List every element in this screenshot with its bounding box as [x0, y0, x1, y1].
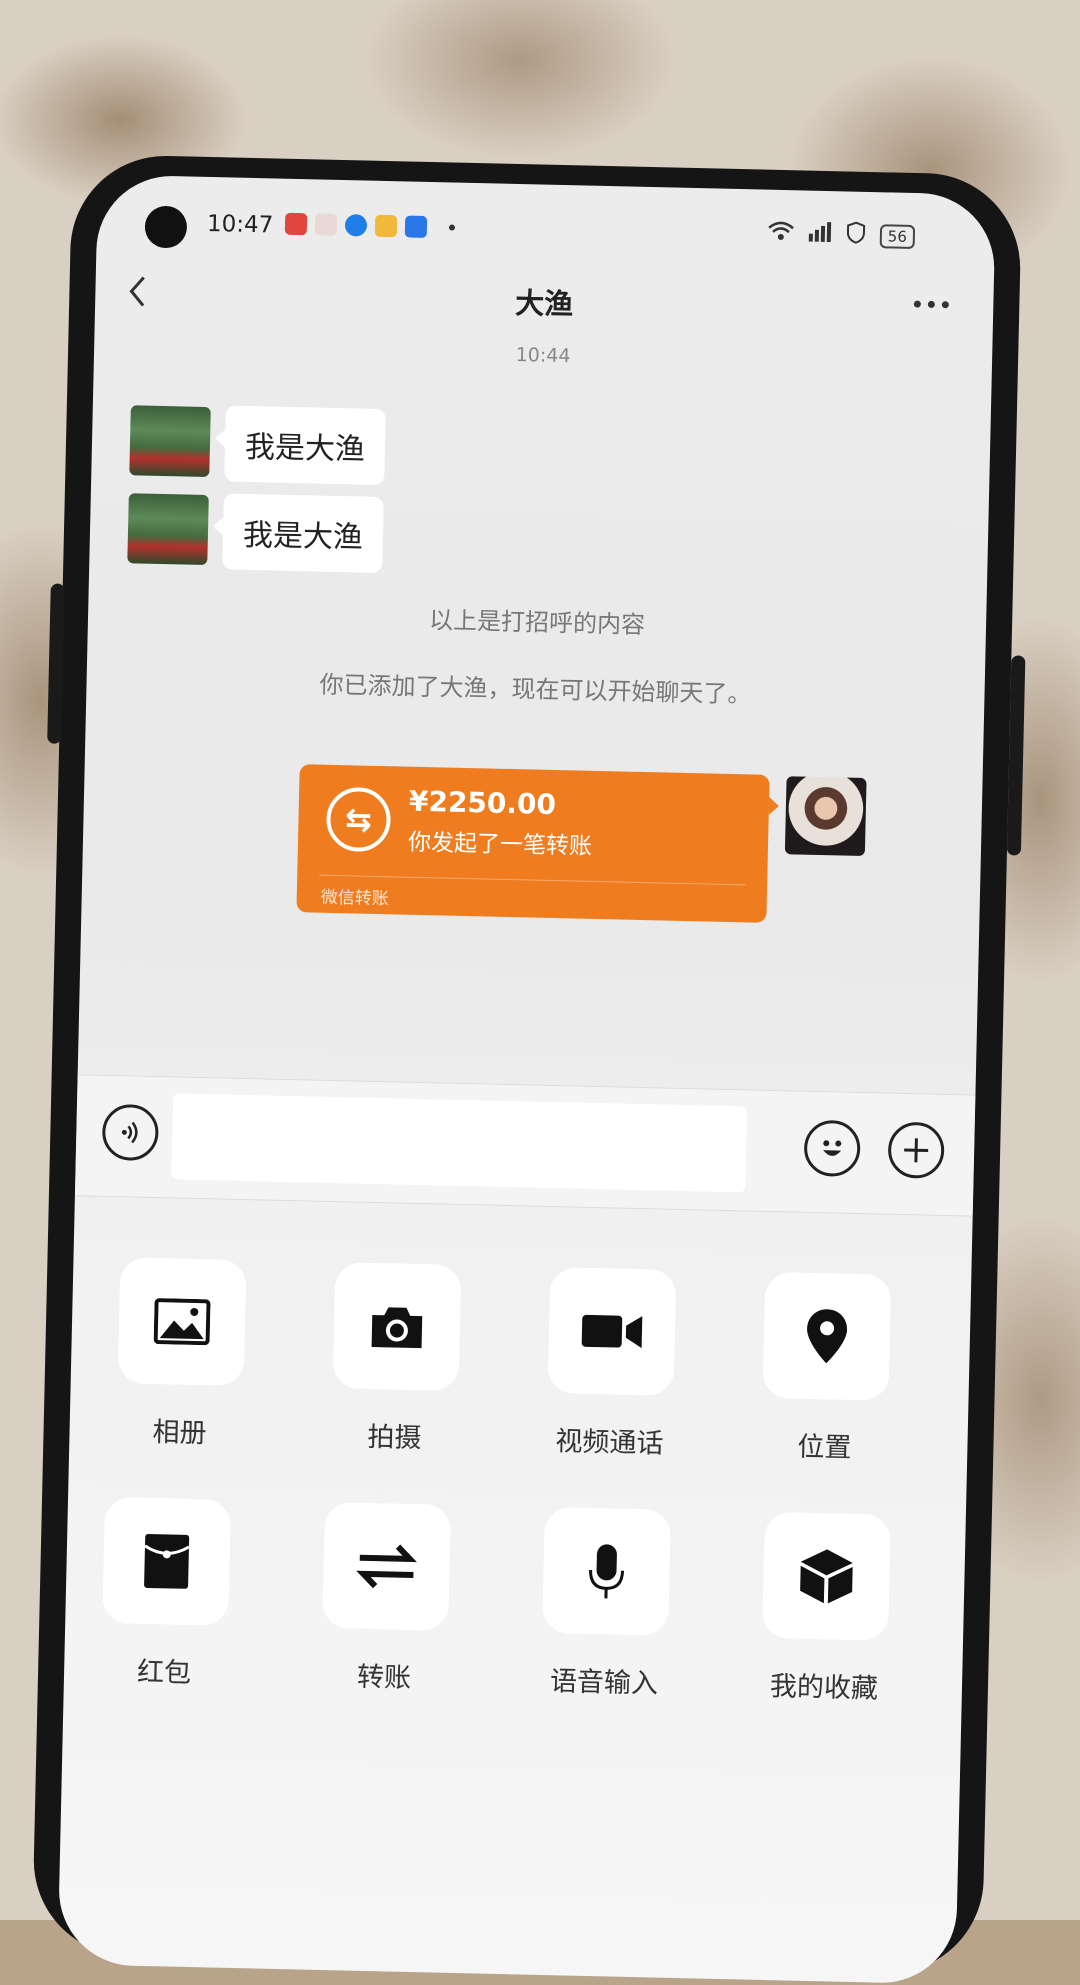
tool-icon-box [102, 1496, 232, 1626]
message-bubble[interactable]: 我是大渔 [222, 493, 384, 574]
tool-video-call[interactable]: 视频通话 [509, 1266, 713, 1461]
system-note: 你已添加了大渔，现在可以开始聊天了。 [319, 670, 752, 709]
front-camera [144, 205, 188, 249]
tool-label: 我的收藏 [769, 1671, 879, 1705]
status-right: 56 [768, 220, 916, 250]
phone-screen: 10:47 56 大渔 10:44 我是大渔 我是大渔 以上是打招呼的内容 你已… [57, 174, 996, 1985]
battery-icon: 56 [879, 223, 916, 249]
tool-label: 转账 [356, 1661, 412, 1694]
contact-avatar[interactable] [127, 493, 209, 566]
shield-icon [846, 221, 867, 248]
emoji-icon [823, 1140, 842, 1156]
location-icon [807, 1309, 848, 1364]
contact-avatar[interactable] [129, 405, 211, 478]
transfer-icon [356, 1544, 417, 1589]
transfer-amount: ¥2250.00 [408, 784, 557, 822]
system-note: 以上是打招呼的内容 [428, 606, 646, 639]
wifi-icon [768, 221, 795, 247]
app-notification-icon [374, 214, 398, 238]
image-icon [153, 1298, 211, 1346]
chat-title: 大渔 [514, 285, 574, 322]
tool-camera[interactable]: 拍摄 [294, 1261, 498, 1456]
tools-panel: 相册 拍摄 视频通话 位置 红包 转账 语音输入 我的收藏 [57, 1196, 972, 1984]
tool-label: 语音输入 [549, 1666, 659, 1700]
more-button[interactable] [911, 283, 952, 319]
more-notifications-dot [448, 224, 456, 231]
plus-button[interactable] [887, 1121, 945, 1179]
tool-icon-box [762, 1271, 892, 1401]
transfer-icon: ⇆ [325, 786, 392, 853]
plus-icon [904, 1138, 929, 1163]
favorites-icon [800, 1549, 853, 1604]
tool-label: 视频通话 [555, 1426, 664, 1460]
message-bubble[interactable]: 我是大渔 [224, 405, 386, 486]
tool-favorites[interactable]: 我的收藏 [724, 1511, 928, 1706]
app-notification-icon [404, 215, 428, 238]
phone-frame: 10:47 56 大渔 10:44 我是大渔 我是大渔 以上是打招呼的内容 你已… [31, 153, 1026, 1985]
transfer-card[interactable]: ⇆ ¥2250.00 你发起了一笔转账 微信转账 [296, 764, 770, 923]
tool-voice-input[interactable]: 语音输入 [504, 1506, 708, 1701]
signal-icon [808, 222, 833, 248]
voice-icon [121, 1121, 138, 1144]
input-bar [74, 1074, 976, 1217]
side-button [47, 583, 65, 744]
tool-red-packet[interactable]: 红包 [64, 1496, 268, 1691]
tool-label: 相册 [152, 1417, 207, 1450]
app-notification-icon [284, 212, 308, 236]
tool-transfer[interactable]: 转账 [284, 1501, 488, 1696]
tool-icon-box [322, 1501, 451, 1631]
user-avatar[interactable] [784, 776, 867, 857]
tool-icon-box [117, 1257, 247, 1387]
transfer-footer: 微信转账 [320, 887, 389, 910]
red-packet-icon [144, 1533, 190, 1589]
app-notification-icon [344, 214, 368, 237]
microphone-icon [589, 1544, 625, 1599]
more-dots-icon [913, 300, 949, 309]
app-notification-icon [314, 213, 338, 236]
notification-icons [284, 212, 456, 239]
tool-icon-box [542, 1506, 671, 1636]
tool-location[interactable]: 位置 [724, 1271, 928, 1466]
camera-icon [371, 1307, 423, 1349]
message-input[interactable] [171, 1093, 748, 1193]
emoji-button[interactable] [803, 1119, 861, 1178]
tool-album[interactable]: 相册 [79, 1256, 283, 1451]
video-icon [581, 1314, 643, 1349]
transfer-description: 你发起了一笔转账 [407, 829, 593, 860]
tool-label: 红包 [136, 1656, 192, 1689]
tool-icon-box [547, 1267, 677, 1396]
voice-button[interactable] [101, 1103, 159, 1162]
tool-icon-box [332, 1262, 462, 1391]
tool-label: 位置 [797, 1431, 852, 1464]
status-time: 10:47 [206, 210, 274, 239]
tool-label: 拍摄 [367, 1421, 422, 1455]
tool-icon-box [762, 1511, 891, 1641]
